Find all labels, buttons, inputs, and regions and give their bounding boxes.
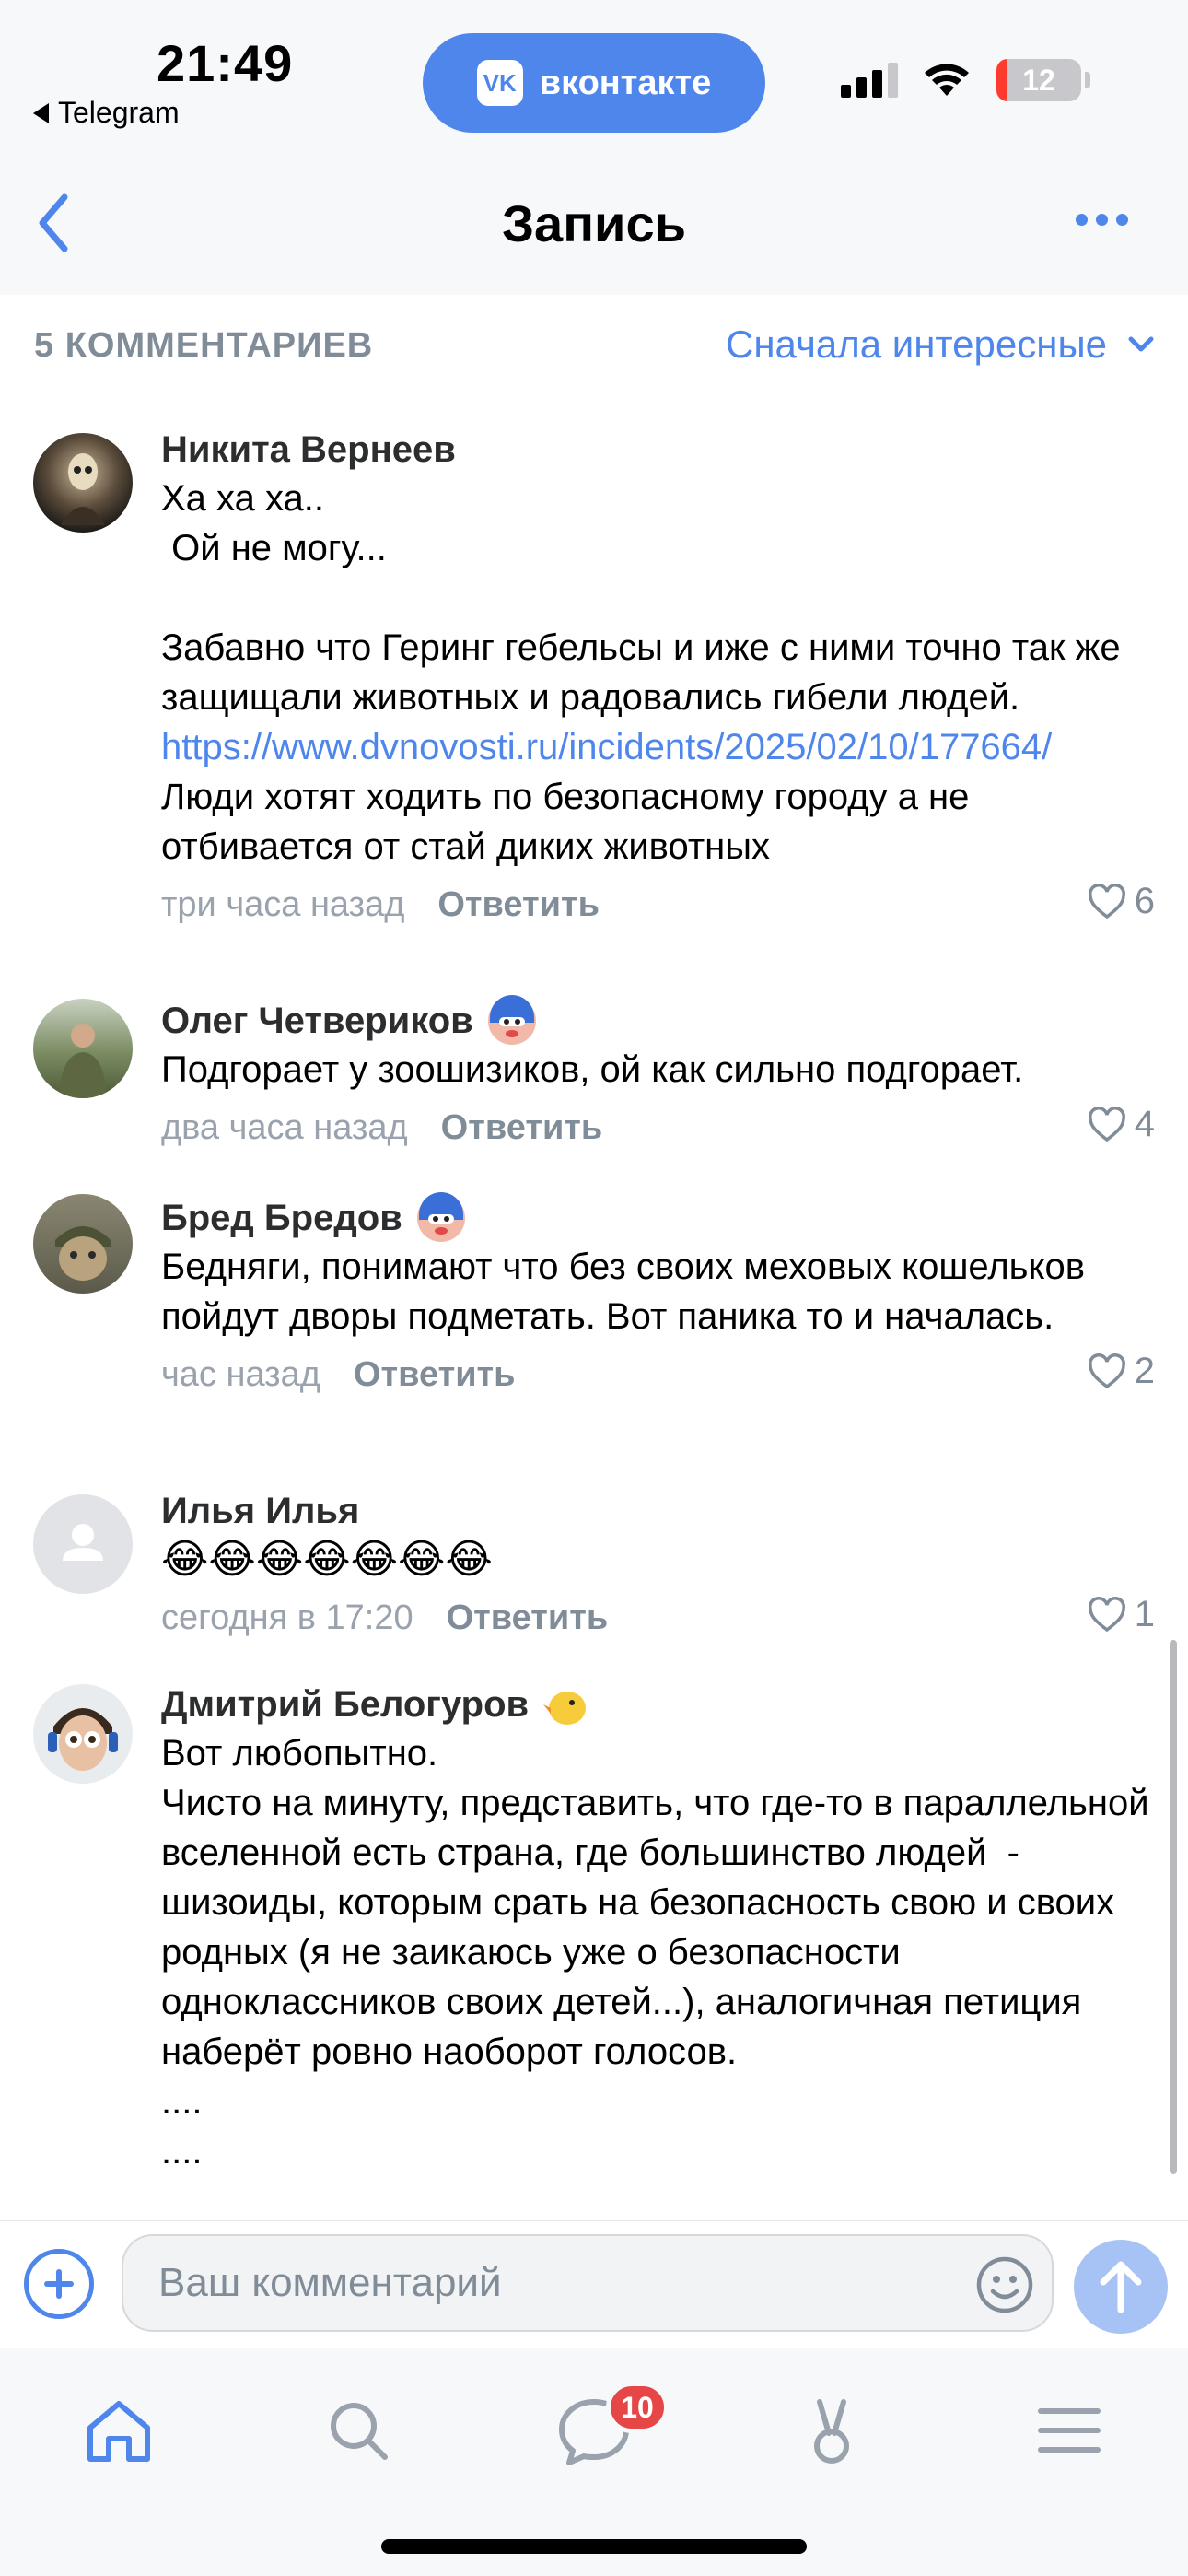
reply-button[interactable]: Ответить (354, 1355, 516, 1395)
chevron-down-icon (1128, 336, 1154, 352)
like-count: 6 (1134, 881, 1155, 921)
battery-level: 12 (1022, 64, 1055, 97)
comment-author[interactable]: Дмитрий Белогуров (161, 1684, 529, 1726)
comment-text-part: Люди хотят ходить по безопасному городу … (161, 777, 980, 867)
sort-label: Сначала интересные (726, 322, 1107, 366)
like-count: 4 (1134, 1104, 1155, 1144)
home-icon[interactable] (77, 2389, 160, 2472)
reply-button[interactable]: Ответить (437, 885, 600, 925)
comment-meta: три часа назад Ответить 6 (161, 881, 1155, 929)
avatar[interactable] (33, 433, 133, 533)
back-triangle-icon (33, 102, 49, 123)
avatar[interactable] (33, 1684, 133, 1784)
comment-author[interactable]: Бред Бредов (161, 1198, 402, 1239)
sort-dropdown[interactable]: Сначала интересные (726, 322, 1155, 367)
profile-badge-icon (416, 1192, 465, 1242)
comment-text: Бедняги, понимают что без своих меховых … (161, 1247, 1096, 1337)
heart-icon (1088, 1106, 1125, 1142)
comment-time: час назад (161, 1354, 320, 1394)
comment-text: Ха ха ха.. Ой не могу... Забавно что Гер… (161, 474, 1155, 872)
back-to-app[interactable]: Telegram (33, 96, 180, 130)
comment-time: два часа назад (161, 1107, 408, 1147)
comments-count: 5 КОММЕНТАРИЕВ (34, 326, 374, 365)
like-count: 1 (1134, 1594, 1155, 1634)
comment-input[interactable] (158, 2236, 950, 2330)
attach-plus-icon[interactable] (24, 2249, 94, 2319)
avatar[interactable] (33, 999, 133, 1098)
like-count: 2 (1134, 1351, 1155, 1391)
comment-author[interactable]: Никита Вернеев (161, 426, 1155, 474)
avatar[interactable] (33, 1194, 133, 1294)
heart-icon (1088, 1596, 1125, 1632)
wifi-icon (925, 64, 969, 96)
comment-input-wrapper (122, 2234, 1054, 2332)
comment-author-row: Бред Бредов (161, 1192, 1155, 1242)
comment-author-row: Олег Четвериков (161, 995, 1155, 1045)
menu-icon[interactable] (1028, 2389, 1111, 2472)
scrollbar[interactable] (1170, 1640, 1177, 2174)
send-button[interactable] (1074, 2240, 1168, 2334)
vk-app-pill[interactable]: VK вконтакте (423, 33, 765, 133)
user-placeholder-icon (63, 1524, 103, 1561)
navigation-bar: Запись (0, 157, 1188, 295)
like-button[interactable]: 1 (1087, 1594, 1155, 1635)
status-bar: 21:49 Telegram VK вконтакте 12 (0, 0, 1188, 157)
comment-meta: час назад Ответить 2 (161, 1351, 1155, 1399)
like-button[interactable]: 2 (1087, 1351, 1155, 1392)
reply-button[interactable]: Ответить (441, 1108, 603, 1148)
heart-icon (1088, 883, 1125, 919)
comment-meta: сегодня в 17:20 Ответить 1 (161, 1594, 1155, 1642)
comment-link[interactable]: https://www.dvnovosti.ru/incidents/2025/… (161, 727, 1052, 767)
reply-button[interactable]: Ответить (447, 1598, 609, 1638)
vk-pill-label: вконтакте (539, 63, 712, 102)
comment-input-bar (0, 2220, 1188, 2346)
like-button[interactable]: 6 (1087, 881, 1155, 922)
profile-badge-icon (487, 995, 536, 1045)
chick-badge-icon (543, 1692, 587, 1725)
clock: 21:49 (157, 34, 294, 92)
comment-text-part: Ха ха ха.. Ой не могу... Забавно что Гер… (161, 478, 1121, 718)
comment-text: 😂😂😂😂😂😂😂 (161, 1537, 493, 1582)
comment-text: Вот любопытно. Чисто на минуту, представ… (161, 1733, 1149, 2172)
comment-time: три часа назад (161, 884, 405, 924)
comment-time: сегодня в 17:20 (161, 1598, 413, 1637)
clips-icon[interactable] (790, 2389, 873, 2472)
page-title: Запись (501, 194, 687, 252)
home-indicator[interactable] (381, 2539, 807, 2554)
vk-logo-icon: VK (476, 60, 523, 106)
heart-icon (1088, 1352, 1125, 1388)
smile-icon[interactable] (974, 2254, 1035, 2315)
more-horizontal-icon[interactable] (1076, 214, 1128, 226)
comment-author[interactable]: Олег Четвериков (161, 1001, 473, 1042)
comment: Дмитрий Белогуров Вот любопытно. Чисто н… (0, 1680, 1188, 2220)
cellular-signal-icon (841, 63, 898, 98)
search-icon[interactable] (317, 2389, 400, 2472)
avatar[interactable] (33, 1494, 133, 1594)
arrow-up-icon (1100, 2261, 1142, 2313)
like-button[interactable]: 4 (1087, 1104, 1155, 1145)
comment-text: Подгорает у зоошизиков, ой как сильно по… (161, 1049, 1024, 1090)
comment-meta: два часа назад Ответить 4 (161, 1104, 1155, 1152)
comment-author-row: Дмитрий Белогуров (161, 1680, 1155, 1728)
battery-icon: 12 (996, 59, 1081, 101)
comment-author[interactable]: Илья Илья (161, 1487, 1155, 1535)
back-app-label: Telegram (58, 96, 180, 129)
messages-badge: 10 (606, 2382, 669, 2433)
comments-header: 5 КОММЕНТАРИЕВ Сначала интересные (0, 295, 1188, 396)
